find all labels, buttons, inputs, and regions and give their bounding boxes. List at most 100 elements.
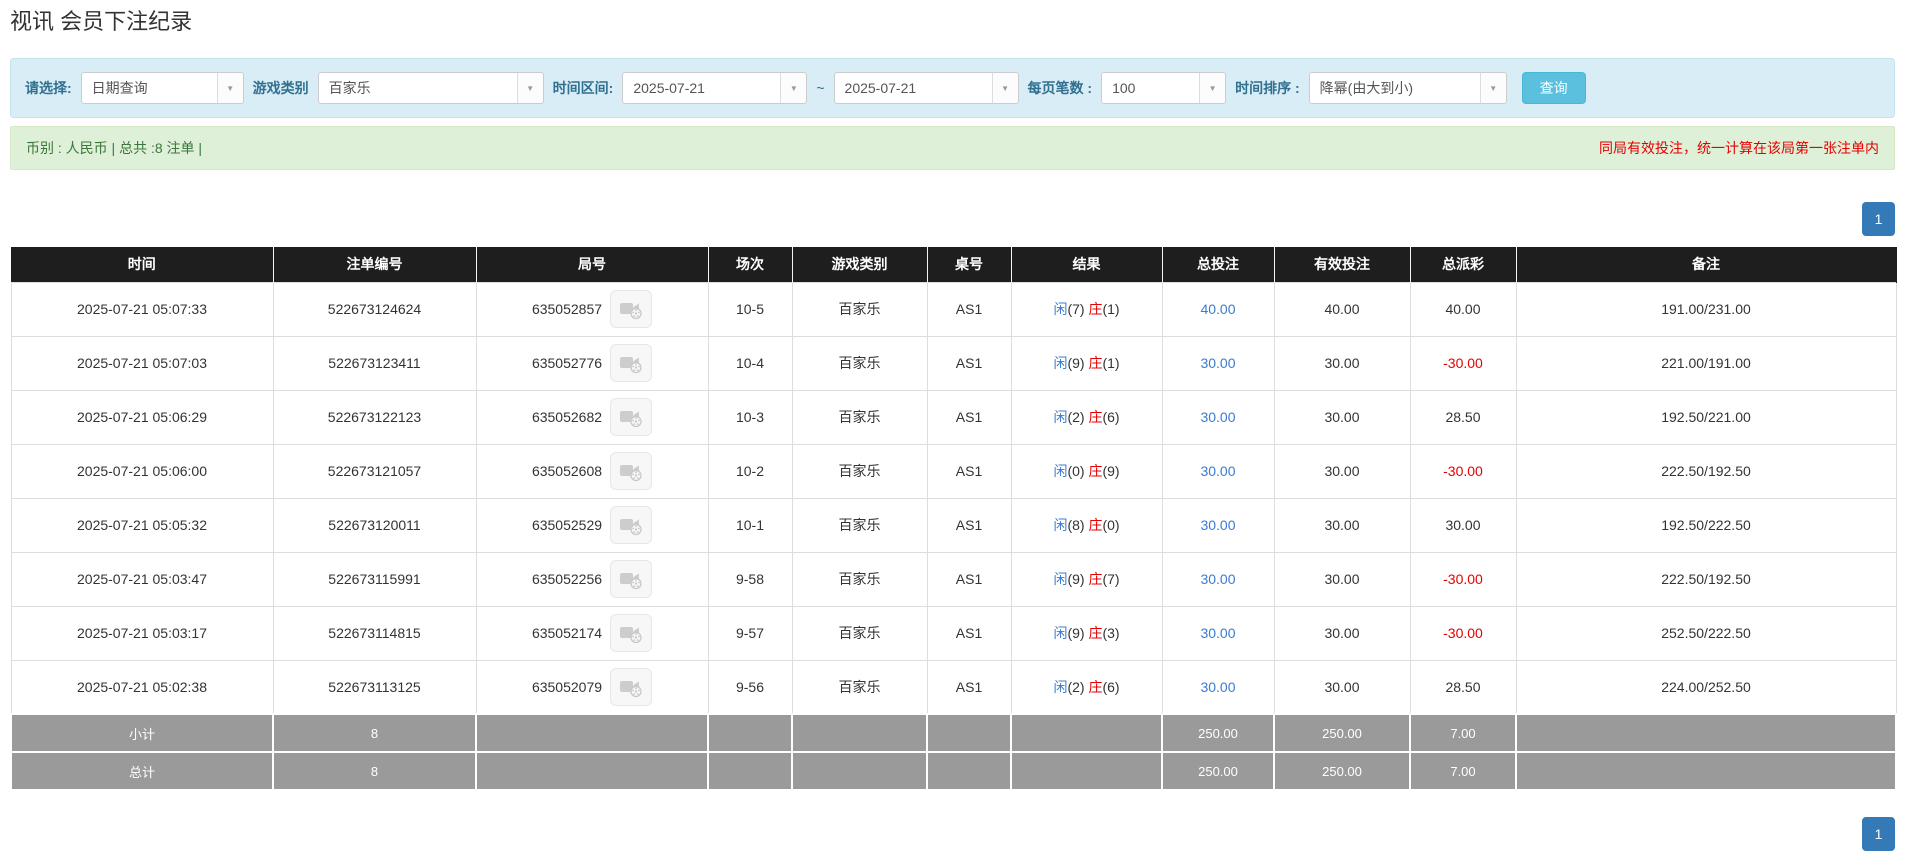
summary-bar: 币别 : 人民币 | 总共 :8 注单 | 同局有效投注，统一计算在该局第一张注… xyxy=(10,126,1895,170)
summary-remark-empty xyxy=(1515,713,1897,753)
video-replay-button[interactable] xyxy=(610,614,653,652)
pagination-top: 1 xyxy=(10,202,1895,236)
cell-session: 10-5 xyxy=(707,281,793,337)
column-header: 结果 xyxy=(1011,247,1163,282)
video-replay-button[interactable] xyxy=(610,290,653,328)
cell-game-type: 百家乐 xyxy=(791,281,928,337)
cell-session: 10-4 xyxy=(707,335,793,391)
date-to-dropdown[interactable]: 2025-07-21 ▼ xyxy=(833,72,1019,104)
cell-result: 闲(8) 庄(0) xyxy=(1010,497,1163,553)
cell-session: 9-56 xyxy=(707,659,793,715)
cell-session: 10-2 xyxy=(707,443,793,499)
summary-game-empty xyxy=(791,751,928,791)
round-id-with-video: 635052682 xyxy=(481,398,704,436)
date-from-dropdown[interactable]: 2025-07-21 ▼ xyxy=(622,72,808,104)
round-id-with-video: 635052529 xyxy=(481,506,704,544)
result-player-label: 闲 xyxy=(1053,678,1068,695)
total-bet-link[interactable]: 30.00 xyxy=(1200,355,1235,371)
cell-game-type: 百家乐 xyxy=(791,443,928,499)
pagination-page-button[interactable]: 1 xyxy=(1862,817,1895,851)
round-id: 635052529 xyxy=(531,517,603,533)
grand-total-row: 总计 8 250.00 250.00 7.00 xyxy=(10,751,1897,791)
total-bet-link[interactable]: 30.00 xyxy=(1200,679,1235,695)
total-bet-link[interactable]: 30.00 xyxy=(1200,517,1235,533)
round-id: 635052079 xyxy=(531,678,603,695)
video-replay-button[interactable] xyxy=(610,667,653,706)
cell-payout: 28.50 xyxy=(1409,659,1517,715)
cell-table-no: AS1 xyxy=(926,443,1012,499)
video-camera-icon xyxy=(620,627,642,644)
cell-valid-bet: 30.00 xyxy=(1273,335,1411,391)
chevron-down-icon: ▼ xyxy=(1479,73,1506,103)
cell-game-type: 百家乐 xyxy=(791,497,928,553)
result-banker-score: (1) xyxy=(1102,355,1120,371)
pagination-page-button[interactable]: 1 xyxy=(1862,202,1895,236)
video-camera-icon xyxy=(620,680,642,697)
time-sort-dropdown[interactable]: 降幂(由大到小) ▼ xyxy=(1308,72,1507,104)
cell-table-no: AS1 xyxy=(926,659,1012,715)
cell-payout: 40.00 xyxy=(1409,281,1517,337)
page-size-dropdown[interactable]: 100 ▼ xyxy=(1101,72,1227,104)
chevron-down-icon: ▼ xyxy=(780,73,807,103)
total-bet-link[interactable]: 30.00 xyxy=(1200,463,1235,479)
summary-total-bet: 250.00 xyxy=(1161,713,1275,753)
cell-round: 635052079 xyxy=(475,659,709,715)
video-replay-button[interactable] xyxy=(610,344,653,382)
result-player-label: 闲 xyxy=(1053,355,1068,371)
table-header: 时间 注单编号 局号 场次 游戏类别 桌号 结果 总投注 有效投注 总派彩 备注 xyxy=(11,247,1897,282)
search-button[interactable]: 查询 xyxy=(1521,72,1586,104)
cell-total-bet: 40.00 xyxy=(1161,281,1275,337)
column-header: 总投注 xyxy=(1162,247,1275,282)
pagination-bottom: 1 xyxy=(10,817,1895,851)
cell-total-bet: 30.00 xyxy=(1161,551,1275,607)
round-id-with-video: 635052079 xyxy=(481,667,704,706)
table-row: 2025-07-21 05:06:00 522673121057 635052608… xyxy=(10,443,1897,499)
cell-result: 闲(7) 庄(1) xyxy=(1010,281,1163,337)
result-banker-label: 庄 xyxy=(1088,625,1103,641)
cell-table-no: AS1 xyxy=(926,281,1012,337)
cell-valid-bet: 30.00 xyxy=(1273,605,1411,661)
result-banker-label: 庄 xyxy=(1088,301,1103,317)
cell-bet-id: 522673124624 xyxy=(272,281,477,337)
result-player-score: (0) xyxy=(1067,463,1089,479)
result-banker-label: 庄 xyxy=(1088,463,1103,479)
total-bet-link[interactable]: 30.00 xyxy=(1200,571,1235,587)
game-type-dropdown[interactable]: 百家乐 ▼ xyxy=(317,72,544,104)
cell-valid-bet: 30.00 xyxy=(1273,497,1411,553)
video-replay-button[interactable] xyxy=(610,452,653,490)
cell-session: 9-58 xyxy=(707,551,793,607)
total-bet-link[interactable]: 30.00 xyxy=(1200,625,1235,641)
cell-valid-bet: 40.00 xyxy=(1273,281,1411,337)
page-title: 视讯 会员下注纪录 xyxy=(10,9,193,34)
result-banker-label: 庄 xyxy=(1088,571,1103,587)
cell-result: 闲(9) 庄(1) xyxy=(1010,335,1163,391)
cell-valid-bet: 30.00 xyxy=(1273,389,1411,445)
cell-result: 闲(9) 庄(3) xyxy=(1010,605,1163,661)
cell-remark: 191.00/231.00 xyxy=(1515,281,1897,337)
table-row: 2025-07-21 05:02:38 522673113125 635052079… xyxy=(10,659,1897,715)
video-replay-button[interactable] xyxy=(610,398,653,436)
round-id: 635052174 xyxy=(531,625,603,641)
round-id-with-video: 635052857 xyxy=(481,290,704,328)
select-type-dropdown[interactable]: 日期查询 ▼ xyxy=(80,72,244,104)
column-header: 有效投注 xyxy=(1274,247,1411,282)
cell-round: 635052529 xyxy=(475,497,709,553)
result-player-score: (9) xyxy=(1067,625,1089,641)
video-replay-button[interactable] xyxy=(610,560,653,598)
cell-remark: 222.50/192.50 xyxy=(1515,443,1897,499)
cell-bet-id: 522673114815 xyxy=(272,605,477,661)
video-camera-icon xyxy=(620,573,642,590)
total-bet-link[interactable]: 30.00 xyxy=(1200,409,1235,425)
summary-result-empty xyxy=(1010,713,1163,753)
total-bet-link[interactable]: 40.00 xyxy=(1200,301,1235,317)
cell-remark: 192.50/221.00 xyxy=(1515,389,1897,445)
cell-table-no: AS1 xyxy=(926,497,1012,553)
video-replay-button[interactable] xyxy=(610,506,653,544)
cell-time: 2025-07-21 05:03:47 xyxy=(10,551,274,607)
cell-payout: -30.00 xyxy=(1409,335,1517,391)
cell-valid-bet: 30.00 xyxy=(1273,551,1411,607)
date-to-value: 2025-07-21 xyxy=(844,80,917,96)
result-player-score: (8) xyxy=(1067,517,1089,533)
cell-remark: 252.50/222.50 xyxy=(1515,605,1897,661)
cell-round: 635052256 xyxy=(475,551,709,607)
